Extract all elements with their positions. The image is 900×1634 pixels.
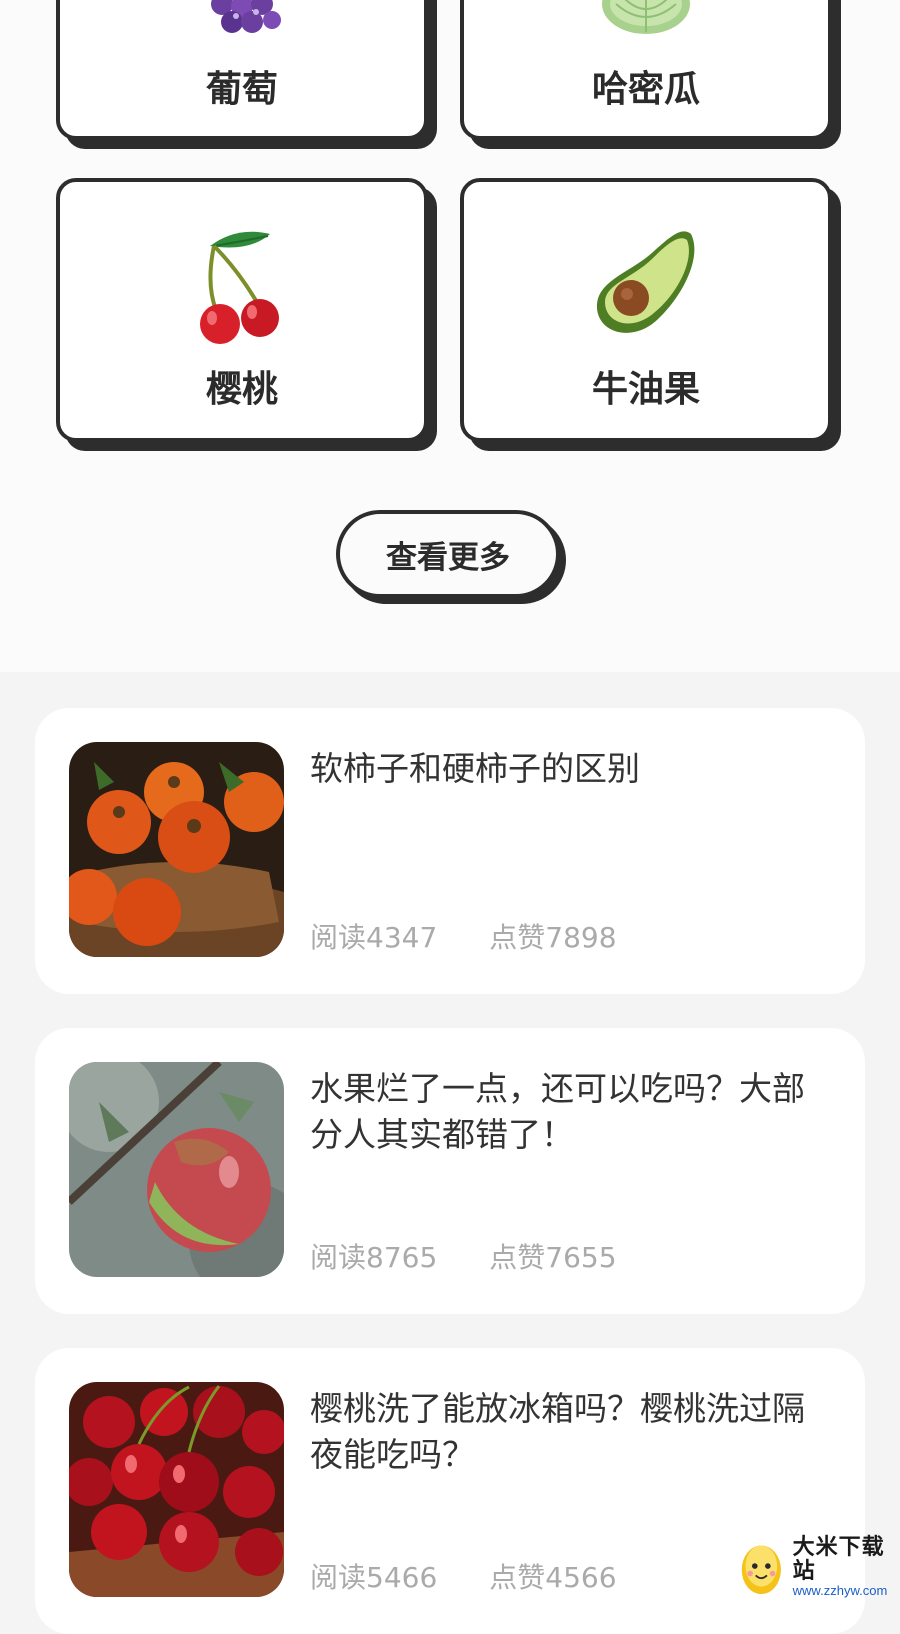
view-more-button[interactable]: 查看更多 [336,510,560,598]
article-title: 樱桃洗了能放冰箱吗？樱桃洗过隔夜能吃吗？ [310,1389,805,1474]
apple-on-branch-photo [69,1062,284,1277]
read-count: 阅读5466 [310,1561,438,1594]
cherries-photo [69,1382,284,1597]
article-card[interactable]: 软柿子和硬柿子的区别 阅读4347 点赞7898 [35,708,865,994]
article-stats: 阅读5466 点赞4566 [310,1556,617,1596]
persimmon-basket-photo [69,742,284,957]
like-count: 点赞7655 [489,1241,617,1274]
fruit-name-cantaloupe: 哈密瓜 [591,69,700,110]
article-title: 软柿子和硬柿子的区别 [310,749,640,788]
watermark-url: www.zzhyw.com [792,1583,888,1599]
site-watermark: 大米下载站 www.zzhyw.com [738,1534,900,1600]
read-count: 阅读4347 [310,921,438,954]
mascot-logo-icon [741,1545,781,1595]
article-thumbnail-apple [69,1062,284,1277]
article-stats: 阅读8765 点赞7655 [310,1236,617,1276]
fruit-name-grape: 葡萄 [205,69,278,110]
fruit-name-cherry: 樱桃 [205,369,278,410]
read-count: 阅读8765 [310,1241,438,1274]
grape-icon [211,0,281,33]
fruit-category-section: 葡萄 哈密瓜 樱桃 牛油果 查看更多 [0,0,900,672]
fruit-card-cantaloupe[interactable]: 哈密瓜 [460,0,832,140]
article-stats: 阅读4347 点赞7898 [310,916,617,956]
fruit-card-avocado[interactable]: 牛油果 [460,178,832,442]
article-thumbnail-persimmon [69,742,284,957]
like-count: 点赞7898 [489,921,617,954]
article-title: 水果烂了一点，还可以吃吗？大部分人其实都错了！ [310,1069,805,1154]
fruit-name-avocado: 牛油果 [591,369,700,410]
fruit-card-grape[interactable]: 葡萄 [56,0,428,140]
fruit-card-cherry[interactable]: 樱桃 [56,178,428,442]
article-card[interactable]: 水果烂了一点，还可以吃吗？大部分人其实都错了！ 阅读8765 点赞7655 [35,1028,865,1314]
cherry-icon [200,231,279,344]
article-thumbnail-cherries [69,1382,284,1597]
watermark-title: 大米下载站 [792,1534,885,1584]
avocado-icon [596,231,695,333]
cantaloupe-icon [602,0,690,34]
like-count: 点赞4566 [489,1561,617,1594]
